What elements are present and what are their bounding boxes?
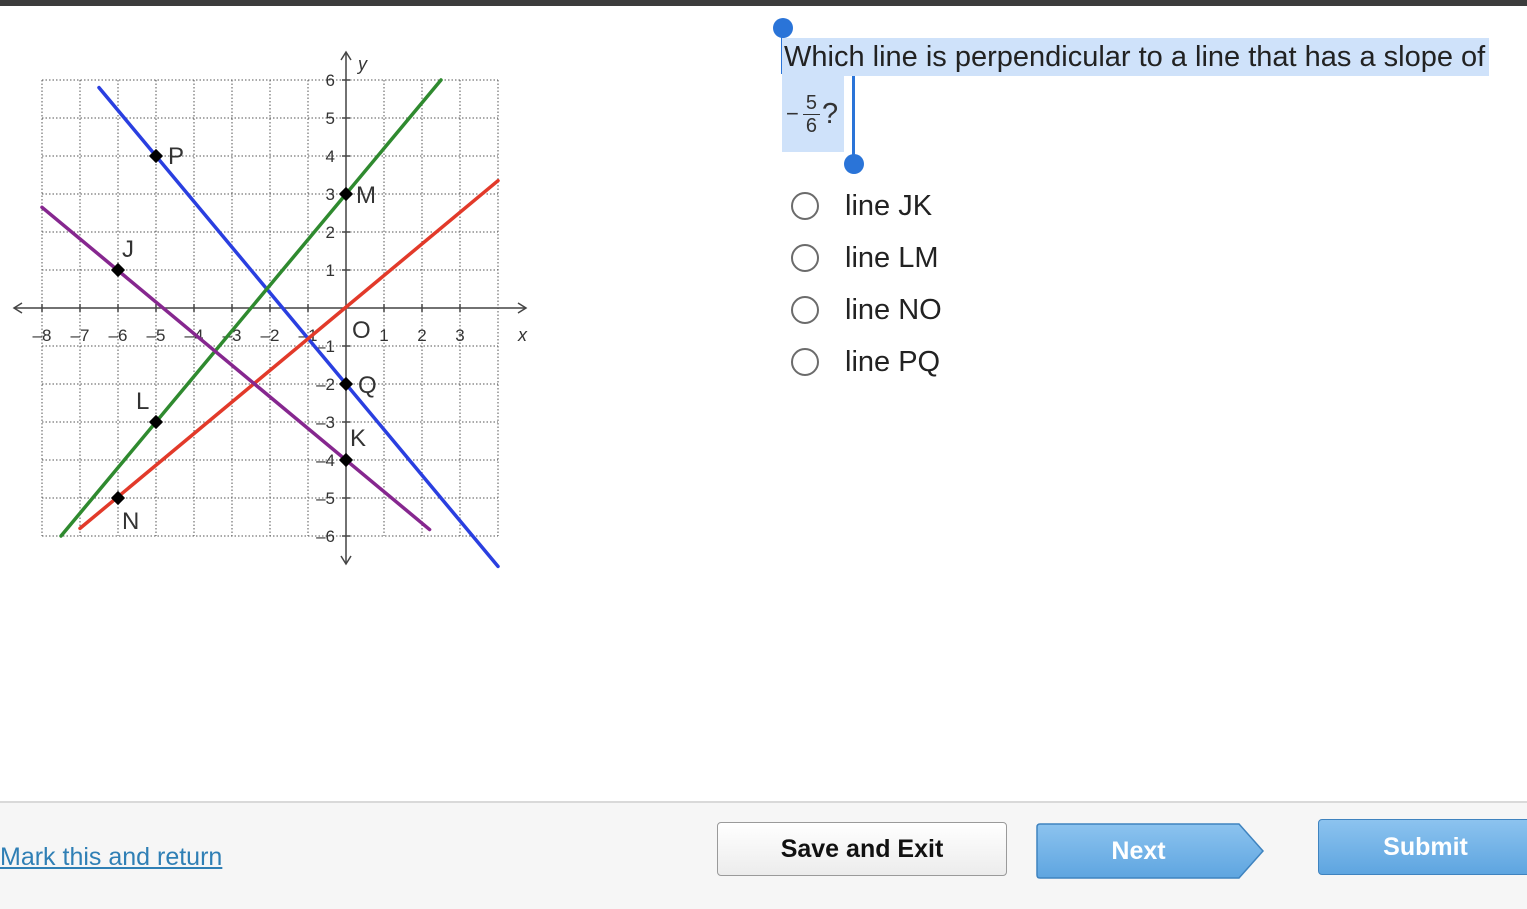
x-tick-label: –2 (261, 326, 280, 345)
y-tick-label: 6 (326, 71, 335, 90)
y-tick-label: –2 (316, 375, 335, 394)
next-button[interactable]: Next (1036, 823, 1266, 879)
coordinate-graph: –8–7–6–5–4–3–2–1123654321–1–2–3–4–5–6xy … (12, 50, 528, 569)
axes: –8–7–6–5–4–3–2–1123654321–1–2–3–4–5–6xy (12, 50, 528, 566)
option-jk[interactable]: line JK (791, 180, 942, 232)
slope-value: − 5 6 ? (782, 76, 845, 152)
save-and-exit-button[interactable]: Save and Exit (717, 822, 1007, 876)
y-axis-label: y (356, 54, 368, 74)
selection-end-handle[interactable] (844, 154, 864, 174)
point-label: P (168, 143, 184, 170)
y-tick-label: –3 (316, 413, 335, 432)
submit-button[interactable]: Submit (1318, 819, 1527, 875)
mark-and-return-link[interactable]: Mark this and return (0, 843, 222, 872)
x-tick-label: –6 (109, 326, 128, 345)
point-label: N (122, 508, 139, 535)
x-tick-label: 3 (455, 326, 464, 345)
x-tick-label: –8 (33, 326, 52, 345)
y-tick-label: 1 (326, 261, 335, 280)
x-tick-label: –7 (71, 326, 90, 345)
series-line (40, 205, 432, 532)
radio-button[interactable] (791, 244, 819, 272)
option-label: line PQ (845, 345, 941, 378)
question-line: Which line is perpendicular to a line th… (782, 38, 1490, 76)
minus-sign: − (786, 101, 799, 126)
y-tick-label: 5 (326, 109, 335, 128)
answer-options: line JK line LM line NO line PQ (791, 180, 942, 388)
y-tick-label: –5 (316, 489, 335, 508)
radio-button[interactable] (791, 296, 819, 324)
question-text: Which line is perpendicular to a line th… (782, 38, 1527, 152)
radio-button[interactable] (791, 192, 819, 220)
x-tick-label: 1 (379, 326, 388, 345)
selection-end-bar (852, 76, 855, 162)
x-axis-label: x (517, 325, 528, 345)
fraction-numerator: 5 (802, 92, 820, 115)
point-label: L (136, 388, 149, 415)
option-label: line JK (845, 189, 933, 222)
point-label: Q (358, 372, 377, 399)
radio-button[interactable] (791, 348, 819, 376)
next-label: Next (1111, 836, 1166, 865)
x-tick-label: 2 (417, 326, 426, 345)
question-mark: ? (821, 98, 839, 130)
top-bar (0, 0, 1527, 6)
option-pq[interactable]: line PQ (791, 336, 942, 388)
point-label: O (352, 317, 371, 344)
y-tick-label: –6 (316, 527, 335, 546)
y-tick-label: 4 (326, 147, 335, 166)
point-label: K (350, 425, 366, 452)
y-tick-label: 3 (326, 185, 335, 204)
fraction-denominator: 6 (805, 114, 817, 137)
slope-fraction: 5 6 (802, 92, 820, 137)
option-no[interactable]: line NO (791, 284, 942, 336)
footer-bar: Mark this and return Save and Exit Next … (0, 801, 1527, 909)
option-label: line LM (845, 241, 939, 274)
y-tick-label: 2 (326, 223, 335, 242)
series-line (78, 178, 500, 531)
x-tick-label: –5 (147, 326, 166, 345)
option-lm[interactable]: line LM (791, 232, 942, 284)
point-label: M (356, 182, 376, 209)
option-label: line NO (845, 293, 942, 326)
selection-start-handle[interactable] (773, 18, 793, 38)
y-tick-label: –4 (316, 451, 335, 470)
point-label: J (122, 236, 134, 263)
